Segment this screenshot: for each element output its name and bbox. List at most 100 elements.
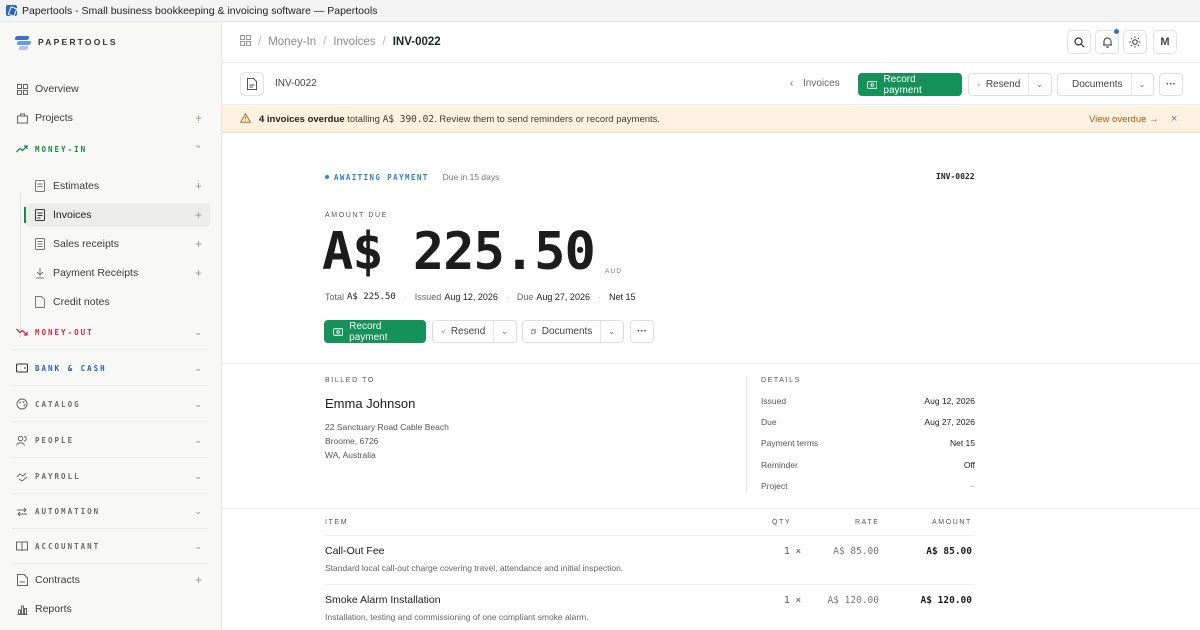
- more-options-button[interactable]: ···: [1159, 73, 1183, 96]
- sidebar-item-payment-receipts[interactable]: Payment Receipts +: [26, 261, 210, 285]
- documents-button[interactable]: Documents ⌄: [1057, 73, 1154, 96]
- sidebar-section-bank-cash[interactable]: BANK & CASH ⌄: [10, 356, 210, 380]
- back-to-invoices-link[interactable]: Invoices: [803, 78, 840, 89]
- bell-icon: [1102, 37, 1112, 48]
- grid-icon: [16, 83, 28, 95]
- sidebar-item-credit-notes[interactable]: Credit notes: [26, 290, 210, 314]
- sidebar-item-sales-receipts[interactable]: Sales receipts +: [26, 232, 210, 256]
- details-divider: [746, 376, 747, 493]
- add-icon[interactable]: +: [195, 267, 202, 279]
- breadcrumb-money-in[interactable]: Money-In: [268, 36, 316, 48]
- address-line: Broome, 6726: [325, 436, 379, 446]
- record-payment-button-main[interactable]: Record payment: [324, 320, 426, 343]
- handshake-icon: [16, 470, 28, 482]
- back-chevron-icon[interactable]: ‹: [790, 78, 793, 89]
- detail-row: Payment terms Net 15: [761, 438, 975, 448]
- repeat-icon: [16, 505, 28, 517]
- resend-button[interactable]: Resend ⌄: [968, 73, 1052, 96]
- detail-row: Reminder Off: [761, 460, 975, 470]
- invoice-toolbar: INV-0022 ‹ Invoices Record payment Resen…: [222, 63, 1200, 105]
- search-icon: [1073, 36, 1085, 48]
- table-divider: [325, 584, 975, 585]
- status-dot: [325, 175, 329, 179]
- detail-key: Project: [761, 481, 788, 491]
- user-avatar[interactable]: M: [1153, 30, 1177, 54]
- sidebar-item-invoices[interactable]: Invoices +: [24, 203, 210, 227]
- theme-toggle[interactable]: [1123, 30, 1147, 54]
- total-label: Total: [325, 292, 345, 302]
- record-payment-button[interactable]: Record payment: [858, 73, 962, 96]
- detail-value: Net 15: [949, 438, 975, 448]
- sidebar-item-label: Payment Receipts: [53, 267, 139, 279]
- sidebar-item-reports[interactable]: Reports: [10, 597, 210, 621]
- receipt-icon: [34, 238, 46, 250]
- add-icon[interactable]: +: [195, 180, 202, 192]
- warning-icon: [239, 112, 252, 126]
- due-in-text: Due in 15 days: [442, 172, 500, 182]
- record-payment-label: Record payment: [349, 320, 388, 343]
- chevron-down-icon: ⌄: [194, 505, 202, 516]
- detail-value: Aug 27, 2026: [924, 417, 975, 427]
- breadcrumb: / Money-In / Invoices / INV-0022: [240, 35, 441, 49]
- brand-name: PAPERTOOLS: [38, 37, 118, 47]
- search-button[interactable]: [1067, 30, 1091, 54]
- sidebar-section-money-in[interactable]: MONEY-IN ⌃: [10, 137, 210, 161]
- customer-name[interactable]: Emma Johnson: [325, 396, 415, 411]
- notifications-button[interactable]: [1095, 28, 1120, 54]
- trend-down-icon: [16, 326, 28, 338]
- add-icon[interactable]: +: [195, 238, 202, 250]
- chevron-down-icon[interactable]: ⌄: [493, 321, 508, 342]
- sidebar-section-people[interactable]: PEOPLE ⌄: [10, 428, 210, 452]
- total-value: A$ 225.50: [347, 292, 396, 302]
- close-banner-button[interactable]: ×: [1171, 113, 1177, 125]
- due-label: Due: [516, 292, 534, 302]
- add-icon[interactable]: +: [195, 574, 202, 586]
- document-icon: [34, 180, 46, 192]
- documents-icon: [531, 328, 536, 335]
- sidebar-section-automation[interactable]: AUTOMATION ⌄: [10, 499, 210, 523]
- sidebar-item-overview[interactable]: Overview: [10, 77, 210, 101]
- sidebar-item-label: Contracts: [35, 574, 80, 586]
- more-options-button-main[interactable]: ···: [630, 320, 654, 343]
- sidebar-section-payroll[interactable]: PAYROLL ⌄: [10, 464, 210, 488]
- chevron-down-icon[interactable]: ⌄: [1130, 74, 1145, 95]
- section-label: BANK & CASH: [35, 363, 107, 373]
- sidebar-item-projects[interactable]: Projects +: [10, 106, 210, 130]
- view-overdue-link[interactable]: View overdue →: [1089, 114, 1159, 125]
- notification-dot: [1113, 28, 1120, 35]
- amount-currency: AUD: [605, 268, 623, 275]
- chevron-down-icon[interactable]: ⌄: [600, 321, 615, 342]
- sidebar-section-catalog[interactable]: CATALOG ⌄: [10, 392, 210, 416]
- sidebar-section-accountant[interactable]: ACCOUNTANT ⌄: [10, 534, 210, 558]
- chevron-down-icon: ⌄: [194, 540, 202, 551]
- trend-up-icon: [16, 143, 28, 155]
- add-icon[interactable]: +: [195, 112, 202, 124]
- column-header-rate: RATE: [855, 519, 880, 526]
- add-icon[interactable]: +: [195, 209, 202, 221]
- divider: [12, 385, 208, 386]
- sidebar-item-estimates[interactable]: Estimates +: [26, 174, 210, 198]
- breadcrumb-invoices[interactable]: Invoices: [333, 36, 375, 48]
- sidebar-item-contracts[interactable]: Contracts +: [10, 568, 210, 592]
- detail-value: –: [970, 481, 975, 491]
- issued-value: Aug 12, 2026: [444, 292, 498, 302]
- people-icon: [16, 434, 28, 446]
- chevron-down-icon[interactable]: ⌄: [1028, 74, 1043, 95]
- amount-due-label: AMOUNT DUE: [325, 212, 388, 219]
- chevron-down-icon: ⌄: [194, 470, 202, 481]
- divider: [12, 421, 208, 422]
- chevron-down-icon: ⌄: [194, 362, 202, 373]
- bar-chart-icon: [16, 603, 28, 615]
- app-icon: [6, 5, 17, 16]
- grid-icon[interactable]: [240, 35, 251, 49]
- chevron-down-icon: ⌄: [194, 326, 202, 337]
- brand-logo[interactable]: PAPERTOOLS: [14, 35, 118, 50]
- documents-button-main[interactable]: Documents ⌄: [522, 320, 624, 343]
- section-divider: [222, 363, 1200, 364]
- book-icon: [16, 540, 28, 552]
- sidebar-item-label: Estimates: [53, 180, 100, 192]
- detail-row: Project –: [761, 481, 975, 491]
- detail-row: Issued Aug 12, 2026: [761, 396, 975, 406]
- resend-button-main[interactable]: Resend ⌄: [432, 320, 517, 343]
- sidebar-section-money-out[interactable]: MONEY-OUT ⌄: [10, 320, 210, 344]
